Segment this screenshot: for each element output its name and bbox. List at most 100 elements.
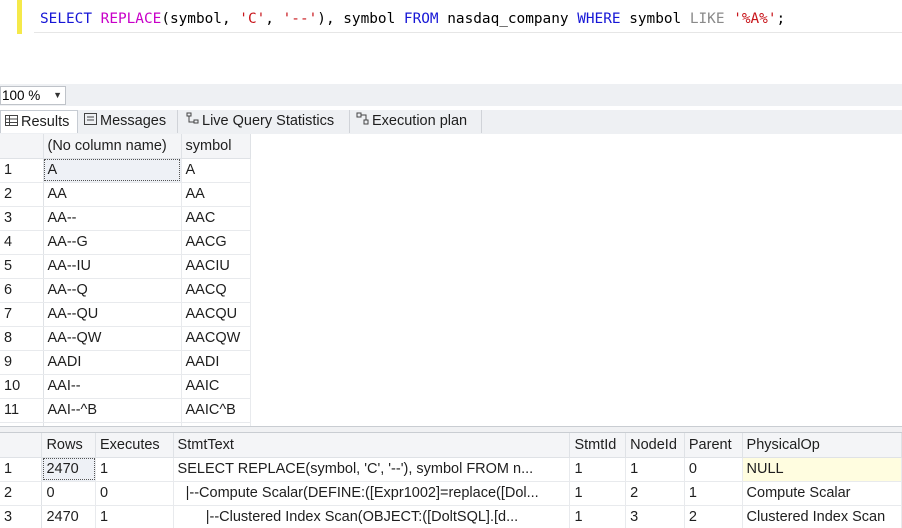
table-row[interactable]: 200 |--Compute Scalar(DEFINE:([Expr1002]… — [0, 481, 902, 506]
row-number[interactable]: 3 — [0, 206, 44, 231]
row-number[interactable]: 8 — [0, 326, 44, 351]
table-row[interactable]: 8 AA--QW AACQW — [0, 326, 251, 351]
column-header[interactable]: Rows — [41, 433, 97, 458]
table-cell[interactable]: AACG — [181, 230, 251, 255]
table-cell[interactable]: SELECT REPLACE(symbol, 'C', '--'), symbo… — [173, 457, 571, 482]
table-cell[interactable]: AA--QU — [43, 302, 182, 327]
table-cell[interactable]: AA--G — [43, 230, 182, 255]
table-cell[interactable]: AAC — [181, 206, 251, 231]
table-cell[interactable]: AA — [43, 182, 182, 207]
row-number-header[interactable] — [0, 433, 43, 458]
column-header[interactable]: StmtId — [569, 433, 627, 458]
table-cell[interactable]: 0 — [95, 481, 174, 506]
table-row[interactable]: 6 AA--Q AACQ — [0, 278, 251, 303]
row-number[interactable]: 9 — [0, 350, 44, 375]
table-cell[interactable]: AA--IU — [43, 254, 182, 279]
results-grid[interactable]: (No column name) symbol 1 A A 2 AA AA 3 AA-- AAC… — [0, 134, 902, 426]
row-number-header[interactable] — [0, 134, 44, 159]
zoom-select[interactable]: 100 % ▼ — [0, 86, 66, 105]
table-cell[interactable]: AACQ — [181, 278, 251, 303]
table-cell[interactable]: AA — [181, 182, 251, 207]
column-header[interactable]: Executes — [95, 433, 174, 458]
column-header[interactable]: PhysicalOp — [742, 433, 902, 458]
table-cell[interactable]: 1 — [625, 457, 685, 482]
column-header[interactable]: Parent — [684, 433, 743, 458]
table-row[interactable]: 10 AAI-- AAIC — [0, 374, 251, 399]
table-cell[interactable]: Clustered Index Scan — [742, 505, 902, 528]
column-header[interactable]: NodeId — [625, 433, 685, 458]
tab-execution-plan[interactable]: Execution plan — [352, 110, 482, 133]
messages-icon — [84, 110, 100, 133]
table-row[interactable]: 4 AA--G AACG — [0, 230, 251, 255]
horizontal-scrollbar[interactable] — [68, 90, 902, 102]
table-cell[interactable]: AACIU — [181, 254, 251, 279]
sql-token: '--' — [282, 11, 318, 27]
table-cell[interactable]: AAIC^B — [181, 398, 251, 423]
table-cell[interactable]: A — [43, 158, 182, 183]
row-number[interactable]: 6 — [0, 278, 44, 303]
grid-splitter[interactable] — [0, 426, 902, 433]
table-row[interactable]: 1 2470 1 SELECT REPLACE(symbol, 'C', '--'),… — [0, 457, 902, 482]
table-cell[interactable]: AAI--^B — [43, 398, 182, 423]
table-row[interactable]: 9 AADI AADI — [0, 350, 251, 375]
table-row[interactable]: 3 AA-- AAC — [0, 206, 251, 231]
table-row[interactable]: 11 AAI--^B AAIC^B — [0, 398, 251, 423]
table-cell[interactable]: 0 — [684, 457, 743, 482]
table-row[interactable]: 1AA — [0, 158, 251, 183]
column-header[interactable]: StmtText — [173, 433, 571, 458]
table-row[interactable]: 2 AA AA — [0, 182, 251, 207]
table-cell[interactable]: Compute Scalar — [742, 481, 902, 506]
row-number[interactable]: 4 — [0, 230, 44, 255]
table-cell[interactable]: AAIC — [181, 374, 251, 399]
table-cell[interactable]: AADI — [181, 350, 251, 375]
table-cell[interactable]: |--Compute Scalar(DEFINE:([Expr1002]=rep… — [173, 481, 571, 506]
table-row[interactable]: 7 AA--QU AACQU — [0, 302, 251, 327]
table-cell[interactable]: AA-- — [43, 206, 182, 231]
table-cell[interactable]: 1 — [684, 481, 743, 506]
table-row[interactable]: 3 2470 1 |--Clustered Index Scan(OBJECT:([… — [0, 505, 902, 528]
statistics-grid[interactable]: Rows Executes StmtText StmtId NodeId Par… — [0, 433, 902, 528]
table-cell[interactable]: 2 — [625, 481, 685, 506]
sql-query-text[interactable]: SELECT REPLACE(symbol, 'C', '--'), symbo… — [40, 11, 785, 27]
query-editor[interactable]: SELECT REPLACE(symbol, 'C', '--'), symbo… — [0, 0, 902, 84]
table-cell[interactable]: 2470 — [41, 505, 97, 528]
column-header[interactable]: symbol — [181, 134, 251, 159]
table-cell[interactable]: |--Clustered Index Scan(OBJECT:([DoltSQL… — [173, 505, 571, 528]
table-cell[interactable]: 0 — [41, 481, 97, 506]
sql-token: ; — [776, 11, 786, 27]
table-cell[interactable]: 1 — [95, 457, 174, 482]
table-cell[interactable]: AACQU — [181, 302, 251, 327]
change-indicator-bar — [17, 0, 22, 34]
table-cell[interactable]: AADI — [43, 350, 182, 375]
row-number[interactable]: 2 — [0, 182, 44, 207]
row-number[interactable]: 2 — [0, 481, 43, 506]
table-cell[interactable]: 2470 — [41, 457, 97, 482]
table-row[interactable]: 5 AA--IU AACIU — [0, 254, 251, 279]
tab-results[interactable]: Results — [0, 110, 78, 133]
editor-line-separator — [34, 32, 902, 33]
table-cell[interactable]: A — [181, 158, 251, 183]
row-number[interactable]: 1 — [0, 457, 43, 482]
row-number[interactable]: 7 — [0, 302, 44, 327]
tab-live-query-statistics[interactable]: Live Query Statistics — [182, 110, 350, 133]
row-number[interactable]: 10 — [0, 374, 44, 399]
table-cell[interactable]: AA--QW — [43, 326, 182, 351]
table-cell[interactable]: AA--Q — [43, 278, 182, 303]
row-number[interactable]: 1 — [0, 158, 44, 183]
table-cell[interactable]: AACQW — [181, 326, 251, 351]
table-cell[interactable]: AAI-- — [43, 374, 182, 399]
row-number[interactable]: 11 — [0, 398, 44, 423]
row-number[interactable]: 5 — [0, 254, 44, 279]
table-cell[interactable]: 1 — [569, 505, 627, 528]
tab-results-label: Results — [21, 114, 70, 130]
table-cell[interactable]: NULL — [742, 457, 902, 482]
chevron-down-icon[interactable]: ▼ — [53, 87, 62, 104]
column-header[interactable]: (No column name) — [43, 134, 182, 159]
table-cell[interactable]: 3 — [625, 505, 685, 528]
table-cell[interactable]: 1 — [569, 481, 627, 506]
table-cell[interactable]: 2 — [684, 505, 743, 528]
tab-messages[interactable]: Messages — [80, 110, 178, 133]
row-number[interactable]: 3 — [0, 505, 43, 528]
table-cell[interactable]: 1 — [95, 505, 174, 528]
table-cell[interactable]: 1 — [569, 457, 627, 482]
